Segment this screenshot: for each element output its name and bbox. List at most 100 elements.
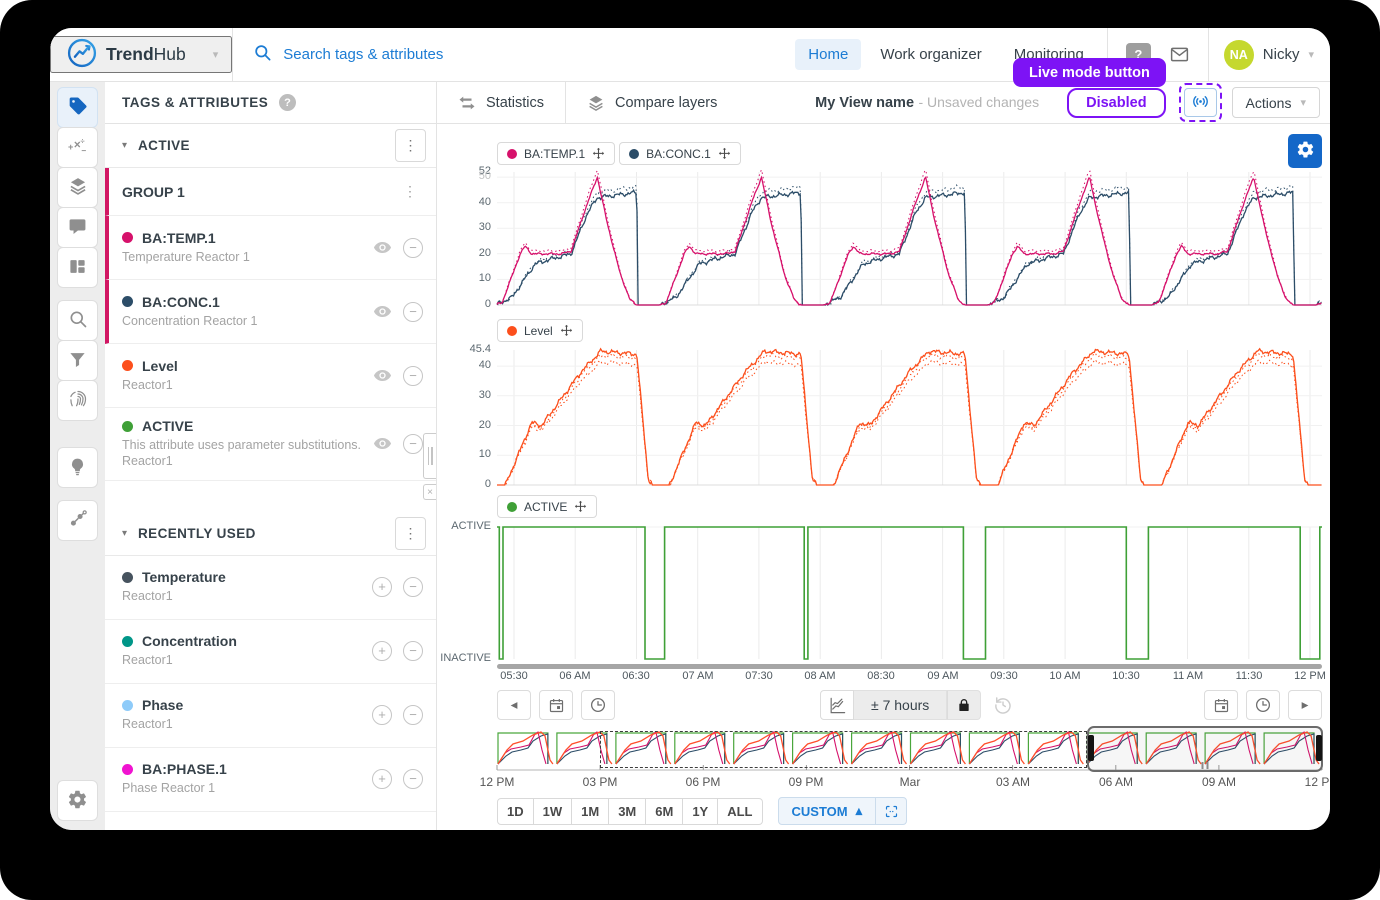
visibility-toggle-eye-icon[interactable] — [373, 302, 392, 321]
remove-tag-button[interactable]: − — [403, 577, 423, 597]
move-icon[interactable] — [560, 324, 573, 337]
remove-tag-button[interactable]: − — [403, 769, 423, 789]
comments-button[interactable] — [57, 207, 98, 248]
legend-chip[interactable]: BA:TEMP.1 — [497, 142, 615, 165]
app-body: +×÷− TAGS & ATTRIBUTES ? ▾ ACTIVE ⋮ GROU… — [50, 82, 1330, 830]
tag-controls: +− — [372, 641, 423, 661]
context-selection-window[interactable] — [1087, 726, 1323, 772]
filters-button[interactable] — [57, 340, 98, 381]
fingerprint-button[interactable] — [57, 380, 98, 421]
tags-button[interactable] — [57, 87, 98, 128]
selection-right-handle[interactable] — [1316, 735, 1322, 761]
time-span-label[interactable]: ± 7 hours — [854, 690, 947, 720]
remove-tag-button[interactable]: − — [403, 641, 423, 661]
layers-icon — [68, 176, 88, 199]
range-3m-button[interactable]: 3M — [608, 798, 646, 825]
legend-chip[interactable]: ACTIVE — [497, 495, 597, 518]
tag-row[interactable]: Level Reactor1 − — [105, 344, 436, 408]
tag-color-dot — [122, 232, 133, 243]
move-icon[interactable] — [574, 500, 587, 513]
settings-button[interactable] — [57, 780, 98, 821]
add-tag-button[interactable]: + — [372, 769, 392, 789]
nav-work-organizer[interactable]: Work organizer — [867, 39, 994, 70]
dashboards-button[interactable] — [57, 247, 98, 288]
selection-left-handle[interactable] — [1088, 735, 1094, 761]
search-input[interactable] — [283, 46, 623, 63]
collapse-context-icon[interactable] — [875, 798, 906, 824]
compare-layers-button[interactable]: Compare layers — [566, 82, 738, 124]
legend-chip[interactable]: Level — [497, 319, 583, 342]
move-icon[interactable] — [592, 147, 605, 160]
history-button[interactable] — [993, 695, 1013, 715]
add-tag-button[interactable]: + — [372, 641, 392, 661]
add-tag-button[interactable]: + — [372, 577, 392, 597]
y-tick-label: 0 — [437, 478, 491, 490]
remove-tag-button[interactable]: − — [403, 705, 423, 725]
tag-row[interactable]: Temperature Reactor1 +− — [105, 556, 436, 620]
drag-handle-icon[interactable] — [423, 433, 436, 479]
tag-row[interactable]: Concentration Reactor1 +− — [105, 620, 436, 684]
remove-tag-button[interactable]: − — [403, 238, 423, 258]
legend-chip[interactable]: BA:CONC.1 — [619, 142, 741, 165]
context-items-button[interactable] — [57, 500, 98, 541]
range-all-button[interactable]: ALL — [717, 798, 762, 825]
section-header[interactable]: ▾ ACTIVE ⋮ — [105, 124, 436, 168]
visibility-toggle-eye-icon[interactable] — [373, 434, 392, 453]
tag-row[interactable]: ACTIVE This attribute uses parameter sub… — [105, 408, 436, 481]
tag-color-dot — [122, 636, 133, 647]
step-back-button[interactable]: ◂ — [497, 690, 531, 720]
section-menu-button[interactable]: ⋮ — [395, 129, 426, 162]
remove-tag-button[interactable]: − — [403, 302, 423, 322]
recommendations-button[interactable] — [57, 447, 98, 488]
compare-scales-button[interactable] — [820, 690, 854, 720]
help-icon[interactable]: ? — [279, 94, 296, 111]
calendar-button[interactable] — [539, 690, 573, 720]
trendhub-logo-icon — [67, 38, 97, 71]
formulas-button[interactable]: +×÷− — [57, 127, 98, 168]
search-icon — [68, 309, 88, 332]
panel-resize-handle[interactable]: × — [423, 433, 436, 500]
visibility-toggle-eye-icon[interactable] — [373, 238, 392, 257]
range-1d-button[interactable]: 1D — [497, 798, 534, 825]
step-forward-button[interactable]: ▸ — [1288, 690, 1322, 720]
tag-name: Phase — [122, 697, 372, 713]
remove-tag-button[interactable]: − — [403, 366, 423, 386]
add-tag-button[interactable]: + — [372, 705, 392, 725]
selection-grip-icon[interactable] — [1202, 762, 1209, 769]
time-button[interactable] — [581, 690, 615, 720]
custom-range-button[interactable]: CUSTOM ▴ — [779, 798, 876, 824]
calendar-button-right[interactable] — [1204, 690, 1238, 720]
tag-row[interactable]: BA:CONC.1 Concentration Reactor 1 − — [105, 280, 436, 344]
close-panel-icon[interactable]: × — [423, 484, 436, 500]
nav-home[interactable]: Home — [795, 39, 861, 70]
remove-tag-button[interactable]: − — [403, 434, 423, 454]
range-1y-button[interactable]: 1Y — [682, 798, 718, 825]
range-6m-button[interactable]: 6M — [645, 798, 683, 825]
search-button[interactable] — [57, 300, 98, 341]
chart-settings-button[interactable] — [1288, 134, 1322, 168]
range-1w-button[interactable]: 1W — [533, 798, 573, 825]
mail-icon[interactable] — [1169, 44, 1190, 65]
y-tick-label: 10 — [437, 448, 491, 460]
tag-row[interactable]: BA:TEMP.1 Temperature Reactor 1 − — [105, 216, 436, 280]
user-menu[interactable]: NA Nicky ▾ — [1209, 40, 1330, 70]
section-header[interactable]: ▾ RECENTLY USED ⋮ — [105, 512, 436, 556]
move-icon[interactable] — [718, 147, 731, 160]
section-menu-button[interactable]: ⋮ — [395, 517, 426, 550]
tag-row[interactable]: BA:PHASE.1 Phase Reactor 1 +− — [105, 748, 436, 812]
time-button-right[interactable] — [1246, 690, 1280, 720]
live-mode-button[interactable] — [1184, 88, 1217, 117]
tag-info: BA:TEMP.1 Temperature Reactor 1 — [122, 230, 373, 265]
layers-button[interactable] — [57, 167, 98, 208]
lock-button[interactable] — [947, 690, 981, 720]
actions-button[interactable]: Actions ▾ — [1232, 87, 1320, 118]
tag-row[interactable]: Phase Reactor1 +− — [105, 684, 436, 748]
horizontal-scrollbar[interactable] — [497, 664, 1322, 669]
visibility-toggle-eye-icon[interactable] — [373, 366, 392, 385]
app-logo[interactable]: TrendHub ▾ — [50, 36, 232, 73]
x-tick-label: 07:30 — [731, 670, 787, 682]
group-menu-button[interactable]: ⋮ — [397, 183, 423, 200]
range-1m-button[interactable]: 1M — [571, 798, 609, 825]
group-header[interactable]: GROUP 1 ⋮ — [105, 168, 436, 216]
statistics-button[interactable]: Statistics — [437, 82, 565, 124]
